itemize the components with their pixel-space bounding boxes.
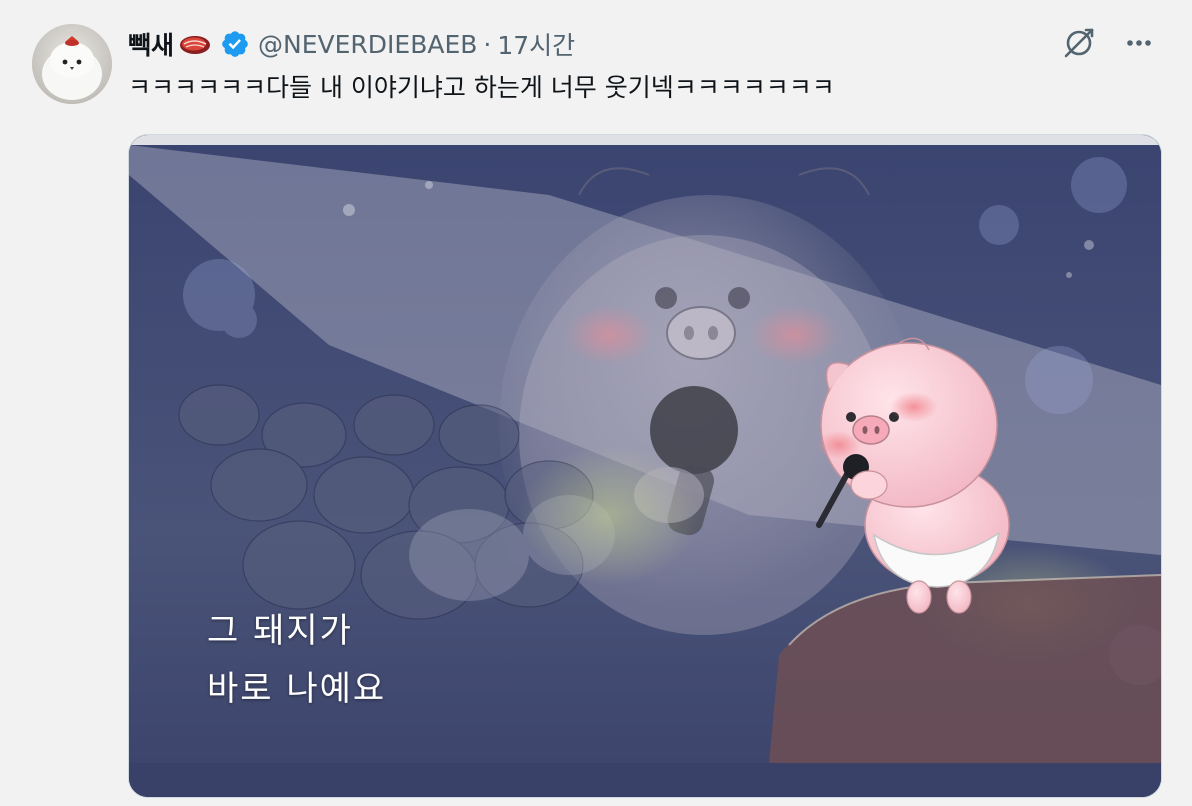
separator-dot: ·: [483, 29, 492, 59]
meat-emoji-icon: [178, 33, 212, 55]
subtitle-line-2: 바로 나예요: [207, 669, 387, 709]
display-name[interactable]: 빽새: [128, 26, 174, 62]
tweet-actions: [1062, 26, 1156, 60]
avatar-bird-image: [32, 24, 112, 104]
tweet: 빽새 @NEVERDIEBAEB · 17시간 ㅋㅋㅋㅋㅋㅋ다들 내 이야기냐고…: [0, 0, 1192, 806]
timestamp[interactable]: 17시간: [497, 26, 575, 62]
verified-badge-icon: [220, 29, 250, 59]
more-icon[interactable]: [1122, 26, 1156, 60]
user-handle[interactable]: @NEVERDIEBAEB: [258, 30, 477, 59]
subtitle-line-1: 그 돼지가: [207, 611, 353, 651]
grok-icon[interactable]: [1062, 26, 1096, 60]
tweet-text: ㅋㅋㅋㅋㅋㅋ다들 내 이야기냐고 하는게 너무 웃기넥ㅋㅋㅋㅋㅋㅋㅋ: [128, 73, 835, 102]
avatar[interactable]: [32, 24, 112, 104]
tweet-media[interactable]: 그 돼지가 바로 나예요: [128, 134, 1162, 798]
tweet-header: 빽새 @NEVERDIEBAEB · 17시간: [128, 26, 575, 62]
